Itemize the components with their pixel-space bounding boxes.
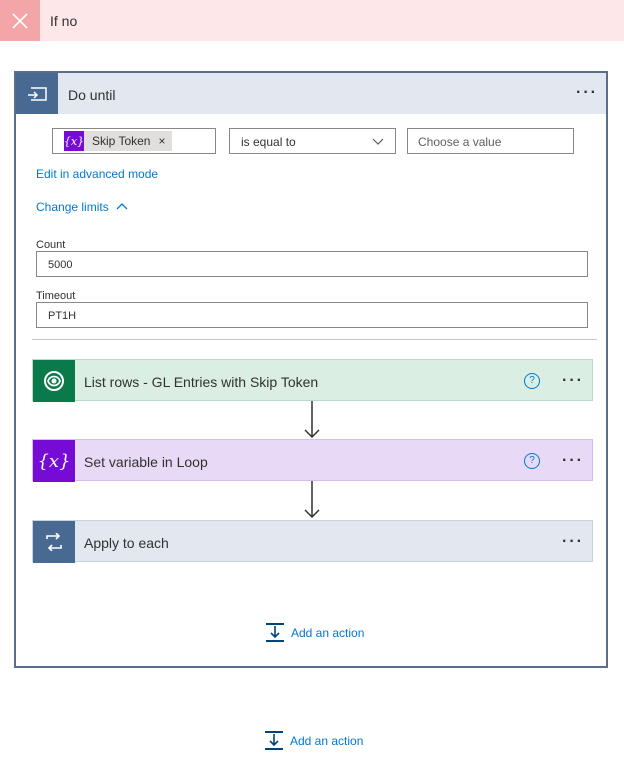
step-title: List rows - GL Entries with Skip Token xyxy=(84,374,319,390)
loop-icon xyxy=(33,521,75,563)
add-action-button-outer[interactable]: Add an action xyxy=(264,731,363,751)
help-icon[interactable]: ? xyxy=(524,453,540,469)
change-limits-toggle[interactable]: Change limits xyxy=(36,200,128,214)
change-limits-link[interactable]: Change limits xyxy=(36,200,109,214)
add-action-button-inner[interactable]: Add an action xyxy=(265,623,364,643)
flow-arrow-icon xyxy=(304,401,320,439)
token-label: Skip Token xyxy=(92,134,151,148)
add-action-icon xyxy=(265,623,285,643)
variable-icon: {x} xyxy=(64,131,84,151)
do-until-card: Do until ··· {x} Skip Token × is equal t… xyxy=(14,71,608,668)
step-title: Set variable in Loop xyxy=(84,454,208,470)
divider xyxy=(32,339,597,340)
more-options-icon[interactable]: ··· xyxy=(562,453,584,469)
operator-dropdown[interactable]: is equal to xyxy=(229,128,396,154)
help-icon[interactable]: ? xyxy=(524,373,540,389)
more-options-icon[interactable]: ··· xyxy=(562,373,584,389)
if-no-title: If no xyxy=(50,13,78,29)
condition-left-field[interactable]: {x} Skip Token × xyxy=(52,128,216,154)
step-list-rows[interactable]: List rows - GL Entries with Skip Token ?… xyxy=(32,359,593,402)
count-value: 5000 xyxy=(48,259,73,271)
dataverse-icon xyxy=(33,360,75,402)
chevron-down-icon xyxy=(371,134,385,151)
do-until-icon xyxy=(16,73,58,114)
close-icon[interactable] xyxy=(0,0,40,41)
condition-value-input[interactable]: Choose a value xyxy=(407,128,574,154)
more-options-icon[interactable]: ··· xyxy=(576,85,598,101)
more-options-icon[interactable]: ··· xyxy=(562,534,584,550)
flow-arrow-icon xyxy=(304,481,320,519)
edit-advanced-mode-link[interactable]: Edit in advanced mode xyxy=(36,167,158,181)
add-action-label[interactable]: Add an action xyxy=(290,734,363,748)
operator-value: is equal to xyxy=(241,135,296,149)
dynamic-token[interactable]: {x} Skip Token × xyxy=(64,131,172,151)
count-label: Count xyxy=(36,239,66,251)
chevron-up-icon xyxy=(116,202,128,212)
step-apply-to-each[interactable]: Apply to each ··· xyxy=(32,520,593,563)
count-input[interactable]: 5000 xyxy=(36,251,588,277)
step-set-variable[interactable]: {x} Set variable in Loop ? ··· xyxy=(32,439,593,482)
value-placeholder: Choose a value xyxy=(418,135,502,149)
variable-icon: {x} xyxy=(33,440,75,482)
timeout-input[interactable]: PT1H xyxy=(36,302,588,328)
do-until-title: Do until xyxy=(68,87,116,103)
do-until-header[interactable]: Do until ··· xyxy=(16,73,606,114)
add-action-icon xyxy=(264,731,284,751)
if-no-header[interactable]: If no xyxy=(0,0,624,41)
timeout-value: PT1H xyxy=(48,310,77,322)
add-action-label[interactable]: Add an action xyxy=(291,626,364,640)
remove-token-icon[interactable]: × xyxy=(158,134,165,148)
timeout-label: Timeout xyxy=(36,290,76,302)
step-title: Apply to each xyxy=(84,535,169,551)
